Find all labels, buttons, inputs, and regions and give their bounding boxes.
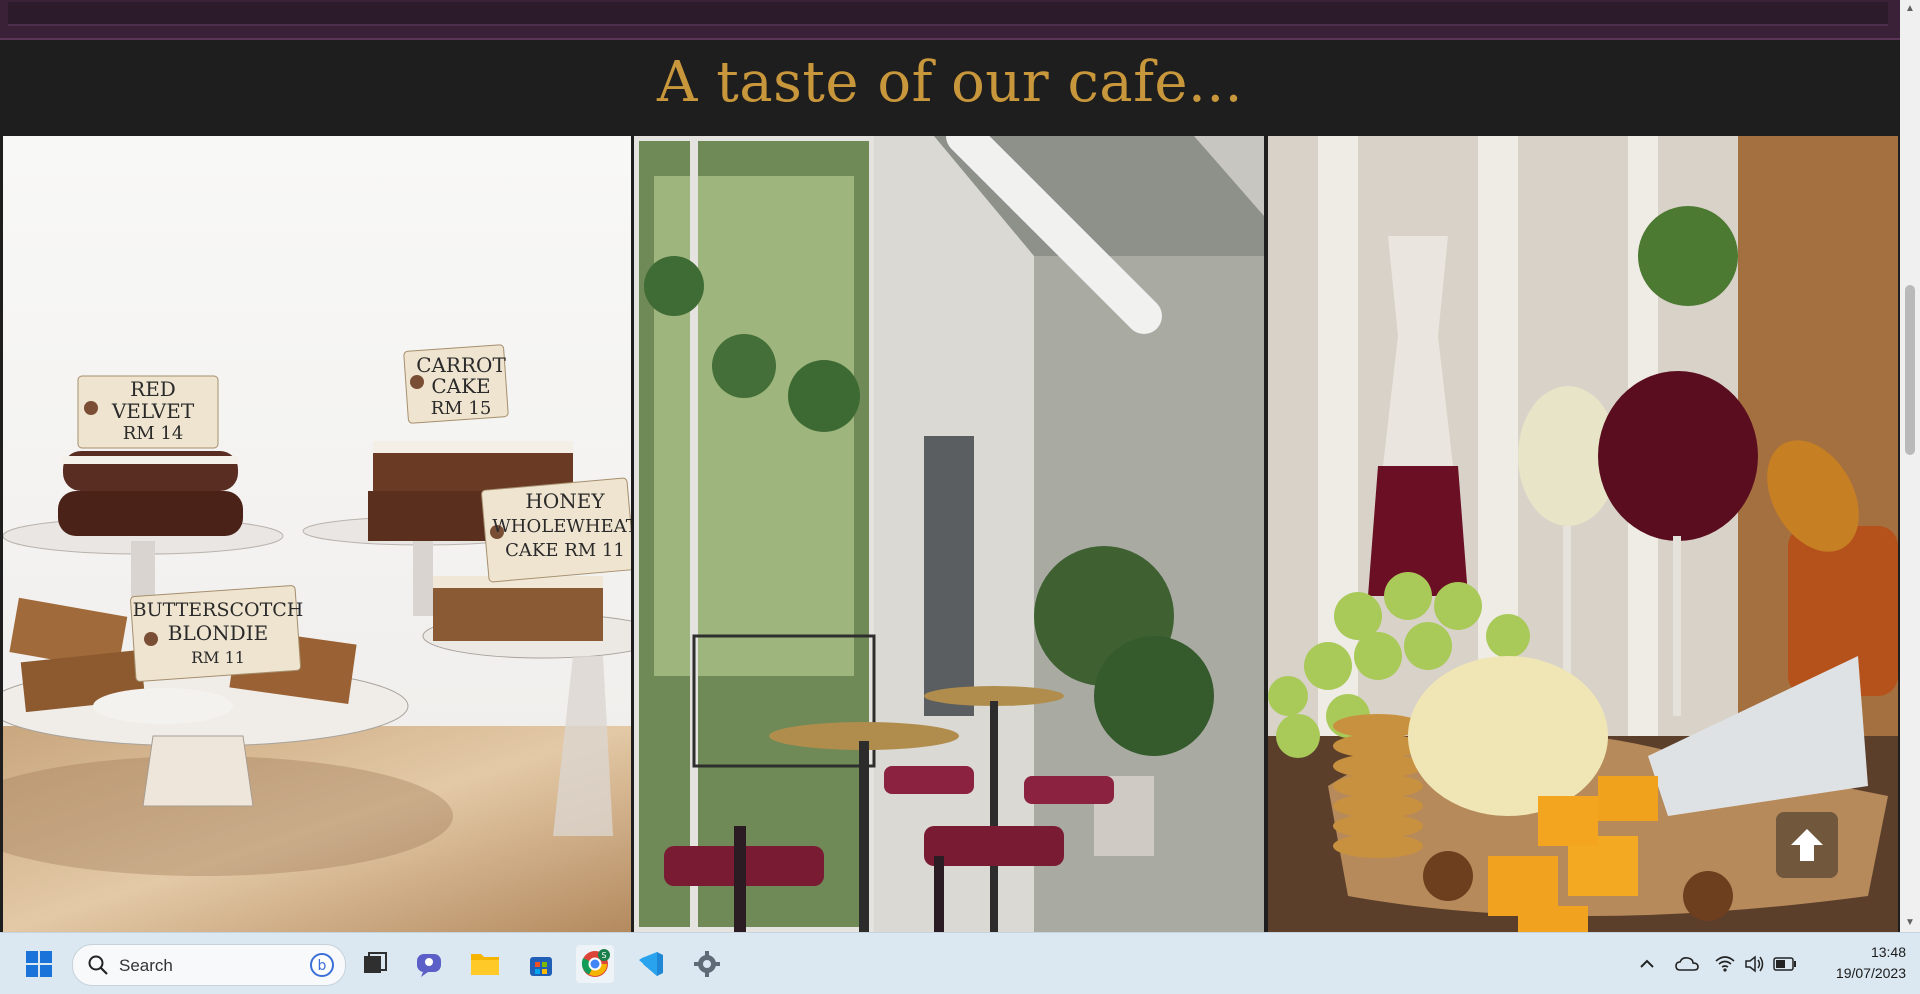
gallery-image-interior[interactable] — [634, 136, 1264, 932]
scroll-up-arrow-icon[interactable]: ▲ — [1900, 0, 1920, 18]
store-icon[interactable] — [522, 945, 560, 983]
photo-gallery: RED VELVET RM 14 CARROT CAKE RM 15 HONEY… — [0, 136, 1900, 932]
price-tag-honey-cake: HONEY WHOLEWHEAT CAKE RM 11 — [481, 477, 631, 583]
chrome-icon[interactable]: S — [576, 945, 614, 983]
svg-text:RM 11: RM 11 — [191, 648, 245, 667]
clock-time[interactable]: 13:48 — [1810, 944, 1906, 960]
arrow-up-icon — [1791, 829, 1823, 861]
onedrive-icon[interactable] — [1670, 945, 1704, 983]
start-icon[interactable] — [20, 945, 58, 983]
svg-text:HONEY: HONEY — [525, 489, 605, 513]
chat-icon[interactable] — [410, 945, 448, 983]
back-to-top-button[interactable] — [1776, 812, 1838, 878]
price-tag-red-velvet: RED VELVET RM 14 — [77, 375, 219, 449]
page-scrollbar[interactable]: ▲ ▼ — [1900, 0, 1920, 932]
svg-text:CAKE RM 11: CAKE RM 11 — [505, 540, 625, 561]
browser-viewport: A taste of our cafe... RED VELVET RM 14 … — [0, 0, 1900, 932]
taskbar: Search b S 13:48 19/07/2023 — [0, 932, 1920, 994]
bing-icon[interactable]: b — [309, 952, 335, 978]
clock-date[interactable]: 19/07/2023 — [1810, 965, 1906, 981]
svg-text:RED: RED — [130, 377, 176, 401]
volume-icon[interactable] — [1740, 945, 1770, 983]
top-nav-inner — [8, 2, 1888, 26]
task-view-icon[interactable] — [356, 945, 394, 983]
taskbar-search-box[interactable]: Search b — [72, 944, 346, 986]
search-icon — [88, 955, 108, 975]
svg-text:BUTTERSCOTCH: BUTTERSCOTCH — [133, 599, 304, 621]
scroll-down-arrow-icon[interactable]: ▼ — [1900, 914, 1920, 932]
svg-text:RM 14: RM 14 — [123, 423, 184, 444]
file-explorer-icon[interactable] — [466, 945, 504, 983]
top-nav-bar — [0, 0, 1900, 40]
vscode-icon[interactable] — [632, 945, 670, 983]
section-heading: A taste of our cafe... — [657, 50, 1243, 115]
svg-text:S: S — [601, 951, 606, 960]
svg-text:BLONDIE: BLONDIE — [168, 621, 268, 645]
scroll-thumb[interactable] — [1905, 285, 1915, 455]
svg-text:CAKE: CAKE — [431, 374, 490, 398]
svg-text:WHOLEWHEAT: WHOLEWHEAT — [492, 516, 631, 537]
svg-text:b: b — [318, 958, 327, 974]
battery-icon[interactable] — [1770, 945, 1800, 983]
gallery-image-cakes[interactable]: RED VELVET RM 14 CARROT CAKE RM 15 HONEY… — [3, 136, 631, 932]
price-tag-carrot-cake: CARROT CAKE RM 15 — [403, 344, 509, 424]
svg-text:VELVET: VELVET — [111, 399, 195, 423]
svg-text:RM 15: RM 15 — [431, 398, 492, 419]
search-placeholder: Search — [119, 956, 173, 975]
price-tag-blondie: BUTTERSCOTCH BLONDIE RM 11 — [130, 585, 304, 682]
settings-icon[interactable] — [688, 945, 726, 983]
wifi-icon[interactable] — [1710, 945, 1740, 983]
chevron-up-icon[interactable] — [1632, 945, 1662, 983]
